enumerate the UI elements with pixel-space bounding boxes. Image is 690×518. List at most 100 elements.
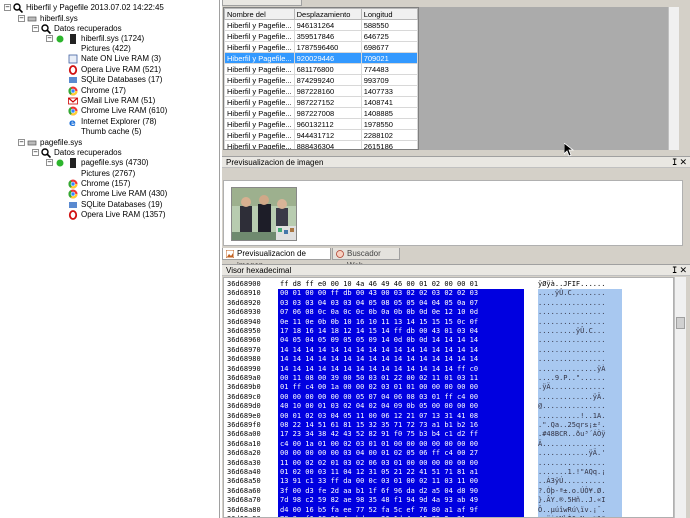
hex-bytes[interactable]: 3f 00 d3 fe 2d aa b1 1f 6f 96 da d2 a5 0… — [278, 486, 524, 497]
table-row[interactable]: Hiberfil y Pagefile... 987228160 1407733 — [224, 85, 418, 97]
scroll-thumb[interactable] — [676, 317, 685, 329]
hex-bytes[interactable]: 17 18 16 14 18 12 14 15 14 ff db 00 43 0… — [278, 327, 524, 337]
close-icon[interactable]: ✕ — [679, 157, 687, 167]
tree-item-nateon[interactable]: Nate ON Live RAM (3) — [68, 53, 161, 64]
table-row[interactable]: Hiberfil y Pagefile... 874299240 993709 — [224, 74, 418, 86]
table-row[interactable]: Hiberfil y Pagefile... 681176800 774483 — [224, 63, 418, 75]
tree-item-chrome-live[interactable]: Chrome Live RAM (610) — [68, 105, 167, 116]
hex-bytes[interactable]: 00 00 00 00 00 00 05 07 04 06 08 03 01 f… — [278, 392, 524, 403]
hex-bytes[interactable]: 00 00 00 00 00 03 04 00 01 02 05 06 ff c… — [278, 449, 524, 459]
tree-item-thumbcache[interactable]: Thumb cache (5) — [68, 126, 141, 137]
collapse-toggle-icon[interactable]: − — [32, 149, 39, 156]
table-row[interactable]: Hiberfil y Pagefile... 960132112 1978550 — [224, 118, 418, 130]
pin-icon[interactable]: ⵊ — [672, 265, 677, 275]
hex-ascii[interactable]: Ä............... — [538, 439, 622, 450]
hex-bytes[interactable]: 07 06 08 0c 0a 0c 0c 0b 0a 0b 0b 0d 0e 1… — [278, 308, 524, 318]
hex-ascii[interactable]: .......1.!"AQq.¡ — [538, 468, 622, 478]
tree-item-chrome-live-2[interactable]: Chrome Live RAM (430) — [68, 188, 167, 199]
tree-item-sqlite[interactable]: SQLite Databases (17) — [68, 74, 162, 85]
tree-item-pagefile-sys[interactable]: − pagefile.sys (4730) — [46, 157, 149, 168]
hex-bytes[interactable]: 11 00 02 02 01 03 02 06 03 01 00 00 00 0… — [278, 458, 524, 468]
table-row[interactable]: Hiberfil y Pagefile... 946131264 588550 — [224, 19, 418, 31]
hex-ascii[interactable]: ....ÿÛ.C........ — [538, 289, 622, 299]
collapse-toggle-icon[interactable]: − — [32, 25, 39, 32]
hex-ascii[interactable]: ................ — [538, 355, 622, 365]
hex-bytes[interactable]: 40 10 00 01 03 02 04 02 04 09 0b 05 00 0… — [278, 402, 524, 412]
hex-ascii[interactable]: .ÿÄ............. — [538, 383, 622, 393]
cell-name: Hiberfil y Pagefile... — [224, 129, 295, 141]
tree-item-opera-2[interactable]: Opera Live RAM (1357) — [68, 209, 165, 220]
column-header-name[interactable]: Nombre del — [224, 8, 295, 20]
hex-ascii[interactable]: ..........!..1A. — [538, 411, 622, 421]
hex-bytes[interactable]: c4 00 1a 01 00 02 03 01 01 00 00 00 00 0… — [278, 439, 524, 450]
hex-row: 36d68990 14 14 14 14 14 14 14 14 14 14 14… — [224, 364, 673, 374]
hex-ascii[interactable]: ................ — [538, 345, 622, 356]
results-scrollbar[interactable] — [668, 7, 679, 150]
hex-bytes[interactable]: 14 14 14 14 14 14 14 14 14 14 14 14 14 1… — [278, 364, 524, 374]
hex-offset: 36d689a0 — [227, 374, 261, 382]
hex-bytes[interactable]: 00 01 00 00 ff db 00 43 00 03 02 02 03 0… — [278, 289, 524, 299]
table-row[interactable]: Hiberfil y Pagefile... 888436304 2615186 — [224, 140, 418, 149]
hex-bytes[interactable]: 08 22 14 51 61 81 15 32 35 71 72 73 a1 b… — [278, 421, 524, 431]
hex-ascii[interactable]: ................ — [538, 458, 622, 468]
column-header-length[interactable]: Longitud — [360, 8, 418, 20]
chrome-icon — [68, 86, 78, 96]
hex-ascii[interactable]: Ô..µúîwRú\ïv.¡¯. — [538, 505, 622, 515]
hex-bytes[interactable]: 14 14 14 14 14 14 14 14 14 14 14 14 14 1… — [278, 345, 524, 356]
hex-bytes[interactable]: 03 03 03 04 03 03 04 05 08 05 05 04 04 0… — [278, 298, 524, 309]
hex-bytes[interactable]: 0e 11 0e 0b 0b 10 16 10 11 13 14 15 15 1… — [278, 317, 524, 327]
table-row[interactable]: Hiberfil y Pagefile... 944431712 2288102 — [224, 129, 418, 141]
hex-viewer[interactable]: 36d68900 ff d8 ff e0 00 10 4a 46 49 46 00… — [223, 277, 674, 518]
hex-bytes[interactable]: 04 05 04 05 09 05 05 09 14 0d 0b 0d 14 1… — [278, 336, 524, 346]
table-row[interactable]: Hiberfil y Pagefile... 1787596460 698677 — [224, 41, 418, 53]
results-table[interactable]: Nombre del Desplazamiento Longitud Hiber… — [223, 7, 419, 150]
hex-ascii[interactable]: ................ — [538, 317, 622, 327]
hex-bytes[interactable]: 14 14 14 14 14 14 14 14 14 14 14 14 14 1… — [278, 355, 524, 365]
hex-bytes[interactable]: 00 11 08 00 39 00 50 03 01 22 00 02 11 0… — [278, 374, 524, 384]
hex-ascii[interactable]: ?.Óþ-ª±.o.ÚÒ¥.Ø. — [538, 486, 622, 497]
table-row[interactable]: Hiberfil y Pagefile... 359517846 646725 — [224, 30, 418, 42]
tab-image-preview[interactable]: Previsualizacion de imagen — [222, 248, 331, 270]
hex-ascii[interactable]: .........ÿÛ.C... — [538, 327, 622, 337]
hex-ascii[interactable]: ÿØÿà..JFIF...... — [538, 280, 622, 289]
collapse-toggle-icon[interactable]: − — [46, 159, 53, 166]
hex-ascii[interactable]: ................ — [538, 308, 622, 318]
gmail-icon — [68, 96, 78, 106]
hex-scrollbar[interactable] — [674, 277, 686, 518]
hex-ascii[interactable]: ................ — [538, 336, 622, 346]
hex-ascii[interactable]: ....9.P.."...... — [538, 374, 622, 384]
hex-ascii[interactable]: .............ÿÄ. — [538, 392, 622, 403]
explorer-tree[interactable]: − Hiberfil y Pagefile 2013.07.02 14:22:4… — [0, 0, 220, 518]
results-tab[interactable] — [222, 0, 302, 6]
table-row[interactable]: Hiberfil y Pagefile... 920029446 709021 — [224, 52, 418, 64]
collapse-toggle-icon[interactable]: − — [18, 15, 25, 22]
hex-ascii[interactable]: ..............ÿÀ — [538, 364, 622, 374]
column-header-offset[interactable]: Desplazamiento — [293, 8, 362, 20]
hex-bytes[interactable]: 17 23 34 38 42 43 52 82 91 f0 75 b3 b4 c… — [278, 430, 524, 440]
table-row[interactable]: Hiberfil y Pagefile... 987227152 1408741 — [224, 96, 418, 108]
pin-icon[interactable]: ⵊ — [672, 157, 677, 167]
tab-web-search[interactable]: Buscador Web — [332, 248, 400, 270]
hex-bytes[interactable]: 13 91 c1 33 ff da 00 0c 03 01 00 02 11 0… — [278, 477, 524, 487]
collapse-toggle-icon[interactable]: − — [4, 4, 11, 11]
hex-ascii[interactable]: @............... — [538, 402, 622, 412]
close-icon[interactable]: ✕ — [679, 265, 687, 275]
image-thumbnail[interactable] — [231, 187, 297, 241]
hex-ascii[interactable]: }.ÂY.®.5Hñ..J.«I — [538, 496, 622, 506]
hex-ascii[interactable]: .".Qa..25qrs¡±². — [538, 421, 622, 431]
hex-ascii[interactable]: ............ÿÄ.' — [538, 449, 622, 459]
hex-bytes[interactable]: 7d 98 c2 59 82 ae 98 35 48 f1 94 9d 4a 9… — [278, 496, 524, 506]
collapse-toggle-icon[interactable]: − — [18, 139, 25, 146]
hex-row: 36d68a60 3f 00 d3 fe 2d aa b1 1f 6f 96 da… — [224, 486, 673, 497]
hex-bytes[interactable]: 01 02 00 03 11 04 12 31 05 21 22 41 51 7… — [278, 468, 524, 478]
hex-bytes[interactable]: d4 00 16 b5 fa ee 77 52 fa 5c ef 76 80 a… — [278, 505, 524, 515]
hex-bytes[interactable]: 00 01 02 03 04 05 11 00 06 12 21 07 13 3… — [278, 411, 524, 421]
hex-ascii[interactable]: ................ — [538, 298, 622, 309]
hex-ascii[interactable]: ..Á3ÿÚ.......... — [538, 477, 622, 487]
hex-bytes[interactable]: ff d8 ff e0 00 10 4a 46 49 46 00 01 02 0… — [278, 280, 524, 289]
collapse-toggle-icon[interactable]: − — [46, 35, 53, 42]
table-row[interactable]: Hiberfil y Pagefile... 987227008 1408885 — [224, 107, 418, 119]
hex-bytes[interactable]: 01 ff c4 00 1a 00 00 02 03 01 01 00 00 0… — [278, 383, 524, 393]
tree-root[interactable]: − Hiberfil y Pagefile 2013.07.02 14:22:4… — [4, 2, 164, 13]
hex-ascii[interactable]: .#48BCR..ðu³´ÁÒÿ — [538, 430, 622, 440]
